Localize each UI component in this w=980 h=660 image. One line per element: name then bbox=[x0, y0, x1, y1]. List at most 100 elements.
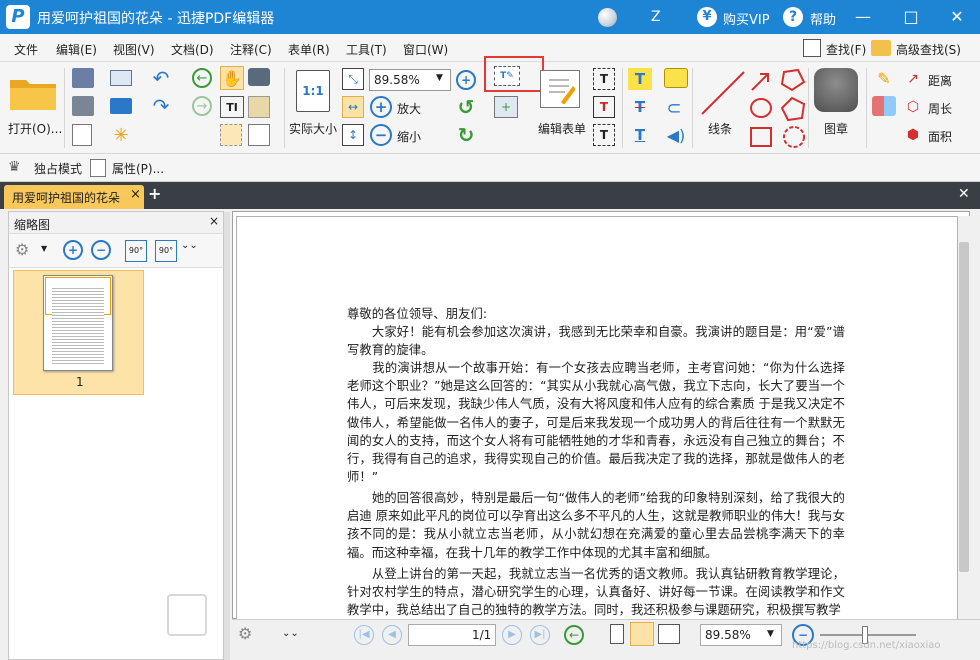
double-chevron-down-icon[interactable]: ⌄⌄ bbox=[181, 240, 198, 251]
attach-file-icon[interactable]: ⊂ bbox=[664, 96, 684, 120]
thumb-zoom-in-icon[interactable]: + bbox=[63, 240, 83, 260]
select-area-icon[interactable] bbox=[220, 124, 242, 146]
zoom-in-icon[interactable]: + bbox=[370, 96, 392, 118]
rotate-right-90-icon[interactable]: 90° bbox=[155, 240, 177, 262]
select-text-icon[interactable]: TI bbox=[220, 96, 244, 118]
back-icon[interactable]: ← bbox=[192, 68, 212, 88]
rotate-left-90-icon[interactable]: 90° bbox=[125, 240, 147, 262]
fit-page-icon[interactable]: ⤡ bbox=[342, 68, 364, 90]
email-icon[interactable] bbox=[110, 70, 132, 86]
strikeout-icon[interactable]: T bbox=[628, 96, 652, 118]
status-zoom-select[interactable]: 89.58% ▼ bbox=[700, 624, 782, 646]
underline-icon[interactable]: T bbox=[628, 124, 652, 146]
facing-pages-icon[interactable] bbox=[658, 624, 680, 644]
menu-form[interactable]: 表单(R) bbox=[288, 41, 330, 58]
help-link[interactable]: 帮助 bbox=[810, 9, 836, 28]
eraser-icon[interactable] bbox=[872, 96, 896, 116]
previous-page-icon[interactable]: ◀ bbox=[382, 625, 402, 645]
zoom-select[interactable]: 89.58% ▼ bbox=[369, 69, 451, 91]
forward-icon[interactable]: → bbox=[192, 96, 212, 116]
hand-tool-icon[interactable]: ✋ bbox=[220, 66, 244, 90]
textbox-icon[interactable]: T bbox=[593, 68, 615, 90]
add-page-icon[interactable]: + bbox=[494, 96, 518, 118]
paste-icon[interactable] bbox=[248, 96, 270, 118]
perimeter-button[interactable]: 周长 bbox=[928, 100, 952, 117]
zoom-slider[interactable] bbox=[820, 626, 916, 644]
menu-comment[interactable]: 注释(C) bbox=[230, 41, 272, 58]
typewriter-icon[interactable]: T bbox=[593, 96, 615, 118]
menu-edit[interactable]: 编辑(E) bbox=[56, 41, 97, 58]
new-document-icon[interactable]: ✳ bbox=[110, 124, 132, 146]
pencil-icon[interactable]: ✎ bbox=[872, 68, 896, 88]
thumb-zoom-out-icon[interactable]: − bbox=[91, 240, 111, 260]
advanced-find-button[interactable]: 高级查找(S) bbox=[896, 41, 961, 58]
redo-icon[interactable]: ↷ bbox=[150, 94, 172, 118]
close-window-button[interactable]: ✕ bbox=[942, 5, 972, 29]
menu-window[interactable]: 窗口(W) bbox=[403, 41, 448, 58]
minimize-button[interactable]: — bbox=[848, 5, 878, 29]
menu-tools[interactable]: 工具(T) bbox=[346, 41, 387, 58]
zoom-in-small-icon[interactable]: + bbox=[456, 70, 476, 90]
actual-size-button[interactable]: 实际大小 bbox=[289, 120, 337, 137]
panel-splitter[interactable] bbox=[224, 212, 230, 660]
line-tool-button[interactable]: 线条 bbox=[708, 120, 732, 137]
scan-icon[interactable] bbox=[110, 98, 132, 114]
status-settings-icon[interactable]: ⚙ bbox=[238, 624, 252, 643]
zoom-out-icon[interactable]: − bbox=[370, 124, 392, 146]
vip-icon[interactable]: ¥ bbox=[697, 7, 717, 27]
print-icon[interactable] bbox=[72, 96, 94, 116]
zoom-in-button[interactable]: 放大 bbox=[397, 100, 421, 117]
vertical-scrollbar[interactable] bbox=[958, 216, 970, 620]
single-page-icon[interactable] bbox=[610, 624, 624, 644]
menu-view[interactable]: 视图(V) bbox=[113, 41, 155, 58]
fit-width-icon[interactable]: ↔ bbox=[342, 96, 364, 118]
page-number-input[interactable]: 1/1 bbox=[408, 624, 496, 646]
properties-button[interactable]: 属性(P)... bbox=[112, 160, 164, 177]
last-page-icon[interactable]: ▶| bbox=[530, 625, 550, 645]
copy-icon[interactable] bbox=[248, 124, 270, 146]
rotate-left-icon[interactable]: ↺ bbox=[455, 95, 477, 119]
settings-gear-icon[interactable]: ⚙ bbox=[15, 240, 29, 259]
edit-content-icon[interactable]: T✎ bbox=[494, 66, 520, 86]
scrollbar-thumb[interactable] bbox=[959, 242, 969, 572]
continuous-page-icon[interactable] bbox=[630, 622, 654, 646]
add-tab-icon[interactable]: + bbox=[148, 184, 161, 203]
find-button[interactable]: 查找(F) bbox=[826, 41, 866, 58]
thumbnail-page-1[interactable]: 1 bbox=[13, 270, 144, 395]
pdf-page[interactable]: 尊敬的各位领导、朋友们: 大家好！能有机会参加这次演讲，我感到无比荣幸和自豪。我… bbox=[236, 216, 958, 620]
edit-form-icon[interactable] bbox=[540, 70, 580, 108]
chevron-down-icon[interactable]: ▼ bbox=[41, 244, 47, 253]
callout-icon[interactable]: T bbox=[593, 124, 615, 146]
close-all-tabs-icon[interactable]: ✕ bbox=[958, 186, 970, 202]
fit-visible-icon[interactable]: ↕ bbox=[342, 124, 364, 146]
snapshot-icon[interactable] bbox=[248, 68, 270, 86]
sound-icon[interactable]: ◀) bbox=[664, 124, 688, 146]
area-button[interactable]: 面积 bbox=[928, 128, 952, 145]
status-more-icon[interactable]: ⌄⌄ bbox=[282, 628, 299, 639]
undo-icon[interactable]: ↶ bbox=[150, 66, 172, 90]
area-icon[interactable]: ⬢ bbox=[902, 126, 924, 144]
highlight-text-icon[interactable]: T bbox=[628, 68, 652, 90]
menu-document[interactable]: 文档(D) bbox=[171, 41, 214, 58]
exclusive-mode-button[interactable]: 独占模式 bbox=[34, 160, 82, 177]
sticky-note-icon[interactable] bbox=[664, 68, 688, 88]
menu-file[interactable]: 文件 bbox=[14, 41, 38, 58]
help-icon[interactable]: ? bbox=[783, 7, 803, 27]
find-icon[interactable] bbox=[803, 39, 821, 57]
open-button[interactable]: 打开(O)... bbox=[8, 120, 62, 137]
status-back-icon[interactable]: ← bbox=[564, 625, 584, 645]
open-folder-icon[interactable] bbox=[8, 72, 60, 112]
distance-icon[interactable]: ↗ bbox=[902, 70, 924, 88]
advanced-find-icon[interactable] bbox=[871, 40, 891, 56]
edit-form-button[interactable]: 编辑表单 bbox=[538, 120, 586, 137]
tab-active-document[interactable]: 用爱呵护祖国的花朵 × bbox=[4, 185, 144, 209]
actual-size-icon[interactable]: 1:1 bbox=[296, 70, 330, 112]
export-icon[interactable] bbox=[72, 124, 92, 146]
distance-button[interactable]: 距离 bbox=[928, 72, 952, 89]
tab-close-icon[interactable]: × bbox=[130, 187, 141, 202]
first-page-icon[interactable]: |◀ bbox=[354, 625, 374, 645]
zoom-out-button[interactable]: 缩小 bbox=[397, 128, 421, 145]
buy-vip-link[interactable]: 购买VIP bbox=[723, 9, 770, 28]
stamp-icon[interactable] bbox=[814, 68, 858, 112]
maximize-button[interactable]: □ bbox=[896, 5, 926, 29]
